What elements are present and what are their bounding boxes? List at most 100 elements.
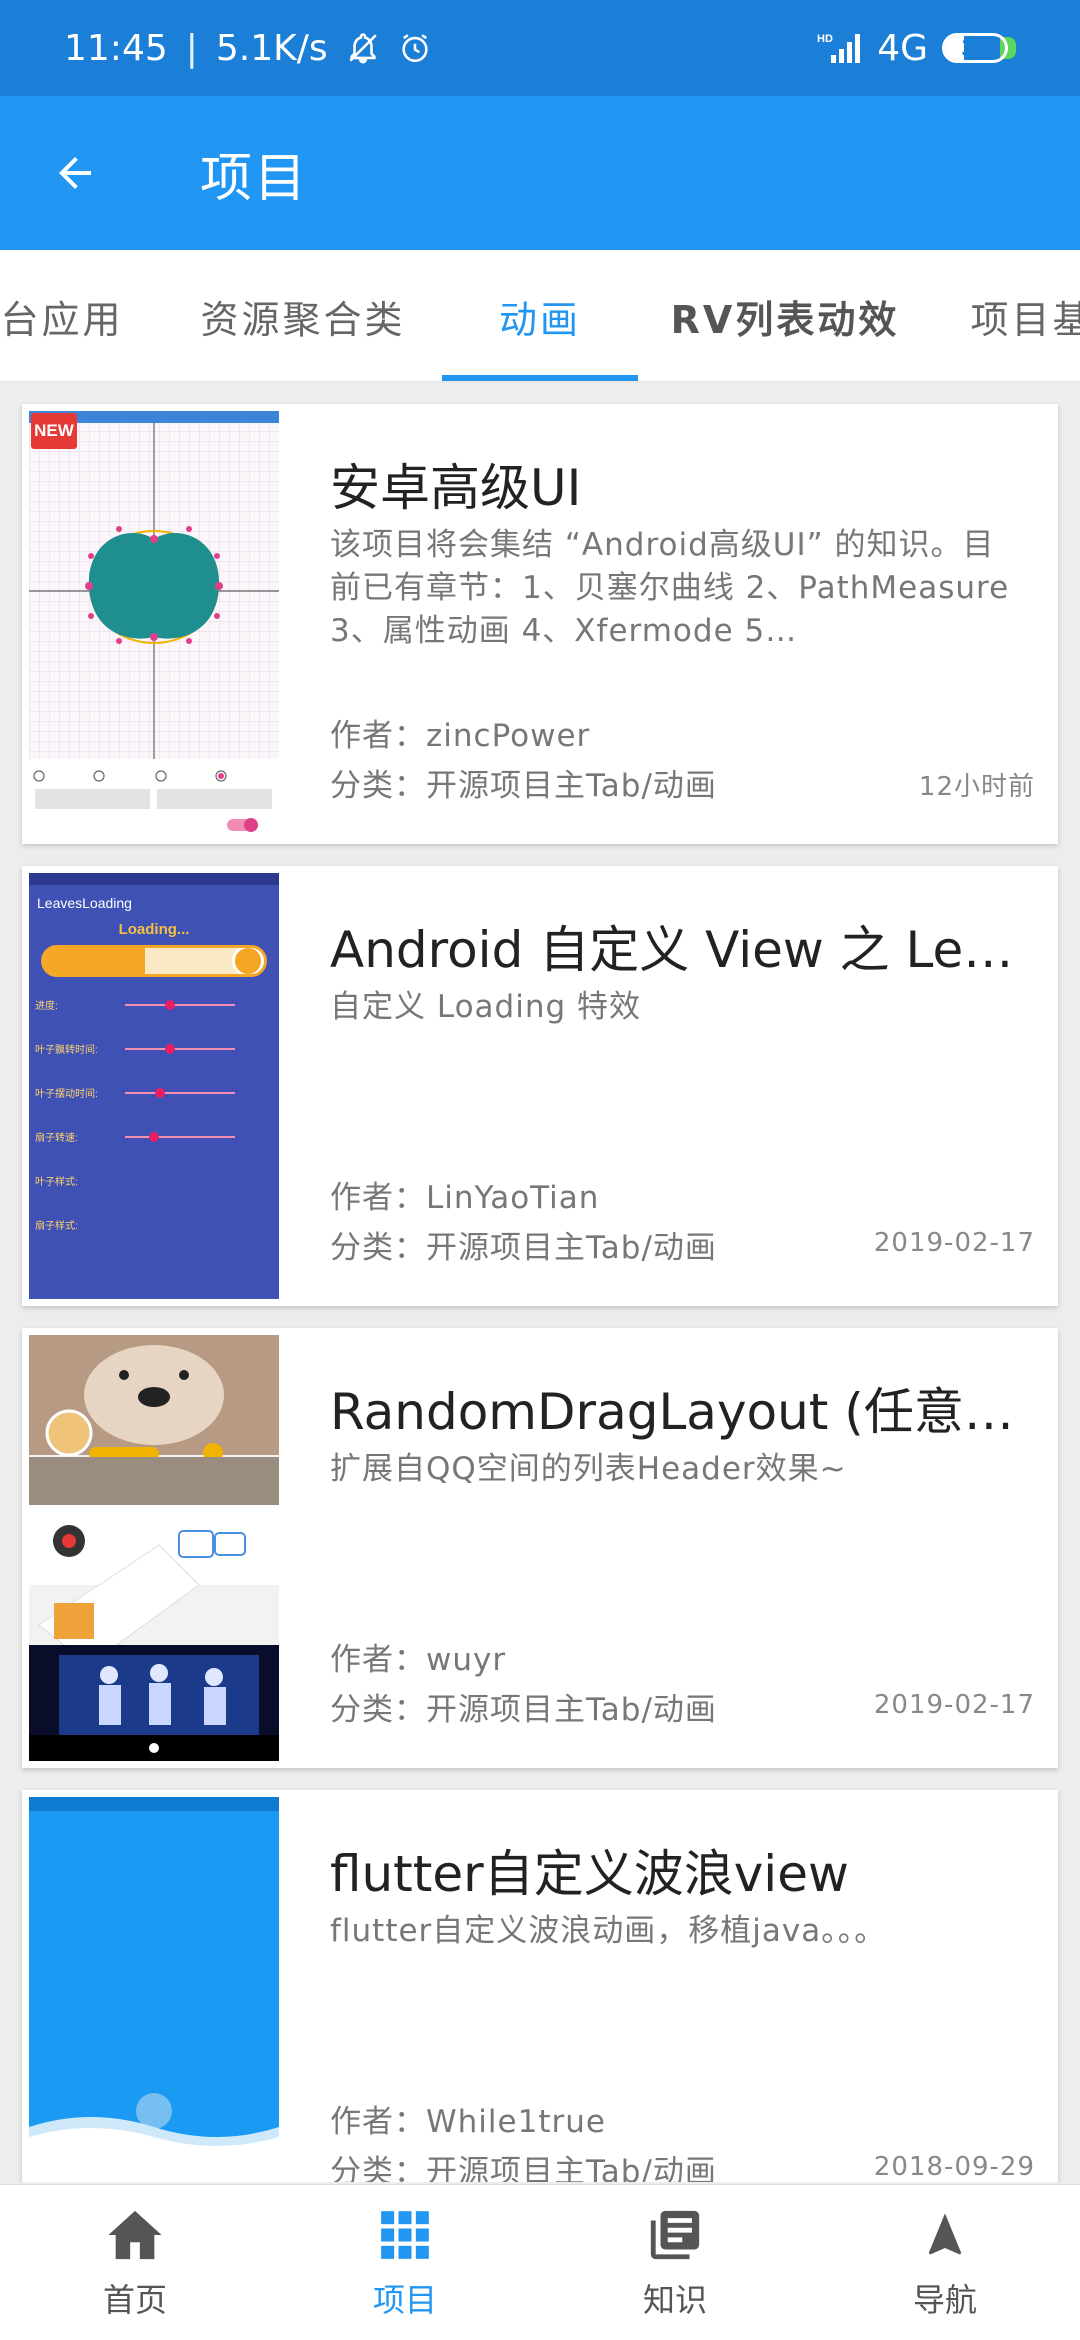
home-icon [103, 2205, 167, 2265]
thumb-setting-label: 叶子样式: [35, 1177, 78, 1188]
nav-label-navigation: 导航 [912, 2280, 977, 2319]
project-thumbnail [29, 1797, 279, 2182]
new-badge-label: NEW [34, 421, 74, 440]
nav-label-knowledge: 知识 [642, 2280, 707, 2319]
project-card[interactable]: flutter自定义波浪view flutter自定义波浪动画，移植java。。… [22, 1790, 1058, 2182]
nav-item-knowledge[interactable]: 知识 [540, 2185, 810, 2340]
back-button[interactable] [0, 96, 150, 250]
nav-item-home[interactable]: 首页 [0, 2185, 270, 2340]
project-thumbnail: NEW [29, 411, 279, 837]
thumb-setting-row: 叶子样式: [35, 1173, 273, 1193]
tab-bar: 台应用 资源聚合类 动画 RV列表动效 项目基 [0, 250, 1080, 382]
project-title: flutter自定义波浪view [330, 1845, 849, 1903]
project-thumbnail [29, 1335, 279, 1761]
book-icon [643, 2205, 707, 2265]
status-right: HD 4G 31 [817, 28, 1016, 69]
project-time: 2018-09-29 [873, 2152, 1035, 2182]
battery-level: 31 [961, 36, 989, 60]
tab-indicator [442, 375, 638, 381]
thumb-slider-track [125, 1132, 235, 1142]
project-description: flutter自定义波浪动画，移植java。。。 [330, 1913, 887, 1949]
thumb-slider-knob [165, 1044, 175, 1054]
thumb-slider-track [125, 1044, 235, 1054]
thumb-setting-label: 扇子样式: [35, 1221, 78, 1232]
thumb-loading-text: Loading... [118, 921, 190, 938]
bottom-navigation: 首页 项目 知识 导航 [0, 2184, 1080, 2340]
navigation-arrow-icon [913, 2205, 977, 2265]
project-author: 作者：LinYaoTian [330, 1180, 600, 1216]
page-title: 项目 [200, 148, 309, 209]
nav-item-navigation[interactable]: 导航 [810, 2185, 1080, 2340]
app-root: 11:45 | 5.1K/s HD 4G 31 项目 台应用 资源聚合类 动画 … [0, 0, 1080, 2340]
thumb-setting-row: 叶子摆动时间: [35, 1085, 273, 1105]
thumb-status-strip [29, 873, 279, 885]
app-bar: 项目 [0, 96, 1080, 250]
thumb-title: LeavesLoading [37, 895, 132, 911]
project-category: 分类：开源项目主Tab/动画 [330, 2154, 717, 2182]
project-category: 分类：开源项目主Tab/动画 [330, 768, 717, 804]
thumb-slider-knob [155, 1088, 165, 1098]
project-list: NEW 安卓高级UI 该项目将会集结 “Android高级UI” 的知识。目前已… [0, 382, 1080, 2182]
project-author: 作者：While1true [330, 2104, 606, 2140]
thumb-slider-track [125, 1088, 235, 1098]
project-card[interactable]: NEW 安卓高级UI 该项目将会集结 “Android高级UI” 的知识。目前已… [22, 404, 1058, 844]
status-network: 4G [877, 27, 928, 69]
project-category: 分类：开源项目主Tab/动画 [330, 1230, 717, 1266]
tab-rv-list-effects[interactable]: RV列表动效 [668, 250, 902, 381]
project-author: 作者：zincPower [330, 718, 591, 754]
signal-icon: HD [817, 31, 863, 65]
tab-resource-aggregation[interactable]: 资源聚合类 [196, 250, 410, 381]
grid-icon [373, 2205, 437, 2265]
project-description: 自定义 Loading 特效 [330, 989, 642, 1025]
thumb-loading-fill [44, 948, 146, 974]
thumb-setting-row: 扇子样式: [35, 1217, 273, 1237]
status-time: 11:45 [64, 27, 168, 69]
nav-item-projects[interactable]: 项目 [270, 2185, 540, 2340]
thumb-setting-label: 扇子转速: [35, 1133, 78, 1144]
battery-icon: 31 [942, 33, 1008, 63]
project-time: 2019-02-17 [873, 1228, 1035, 1258]
thumb-setting-row: 进度: [35, 997, 273, 1017]
thumb-slider-knob [165, 1000, 175, 1010]
project-description: 扩展自QQ空间的列表Header效果~ [330, 1451, 847, 1487]
nav-label-home: 首页 [102, 2280, 167, 2319]
card-body: 安卓高级UI 该项目将会集结 “Android高级UI” 的知识。目前已有章节：… [330, 404, 1035, 844]
project-category: 分类：开源项目主Tab/动画 [330, 1692, 717, 1728]
thumb-loading-bar [41, 945, 267, 977]
thumb-setting-label: 叶子飘转时间: [35, 1045, 98, 1056]
bezier-demo-screenshot [29, 411, 279, 837]
nav-label-projects: 项目 [372, 2280, 437, 2319]
drag-layout-screenshot [29, 1335, 279, 1761]
project-time: 12小时前 [918, 772, 1035, 802]
thumb-setting-label: 叶子摆动时间: [35, 1089, 98, 1100]
project-title: RandomDragLayout (任意拖拽布局) [330, 1383, 1030, 1441]
status-separator: | [185, 27, 198, 69]
project-card[interactable]: RandomDragLayout (任意拖拽布局) 扩展自QQ空间的列表Head… [22, 1328, 1058, 1768]
fan-icon [232, 948, 264, 974]
project-thumbnail: LeavesLoading Loading... 进度: 叶子飘转时间: 叶子摆动时… [29, 873, 279, 1299]
project-description: 该项目将会集结 “Android高级UI” 的知识。目前已有章节：1、贝塞尔曲线… [330, 527, 1010, 649]
status-left: 11:45 | 5.1K/s [64, 28, 432, 69]
tab-platform-apps[interactable]: 台应用 [0, 250, 132, 381]
wave-demo-screenshot [29, 1797, 279, 2182]
new-badge: NEW [31, 413, 77, 449]
signal-hd-label: HD [817, 33, 833, 45]
tab-project-base[interactable]: 项目基 [962, 250, 1080, 381]
card-body: Android 自定义 View 之 LeavesLoading 自定义 Loa… [330, 866, 1035, 1306]
project-time: 2019-02-17 [873, 1690, 1035, 1720]
status-bar: 11:45 | 5.1K/s HD 4G 31 [0, 0, 1080, 96]
project-title: Android 自定义 View 之 LeavesLoading [330, 921, 1030, 979]
project-card[interactable]: LeavesLoading Loading... 进度: 叶子飘转时间: 叶子摆动时… [22, 866, 1058, 1306]
project-title: 安卓高级UI [330, 459, 582, 517]
project-author: 作者：wuyr [330, 1642, 507, 1678]
thumb-setting-row: 扇子转速: [35, 1129, 273, 1149]
card-body: RandomDragLayout (任意拖拽布局) 扩展自QQ空间的列表Head… [330, 1328, 1035, 1768]
mute-bell-icon [346, 31, 380, 65]
thumb-setting-row: 叶子飘转时间: [35, 1041, 273, 1061]
thumb-slider-knob [149, 1132, 159, 1142]
tab-animation[interactable]: 动画 [442, 250, 638, 381]
alarm-icon [398, 31, 432, 65]
thumb-setting-label: 进度: [35, 1001, 58, 1012]
card-body: flutter自定义波浪view flutter自定义波浪动画，移植java。。… [330, 1790, 1035, 2182]
status-speed: 5.1K/s [215, 27, 328, 69]
